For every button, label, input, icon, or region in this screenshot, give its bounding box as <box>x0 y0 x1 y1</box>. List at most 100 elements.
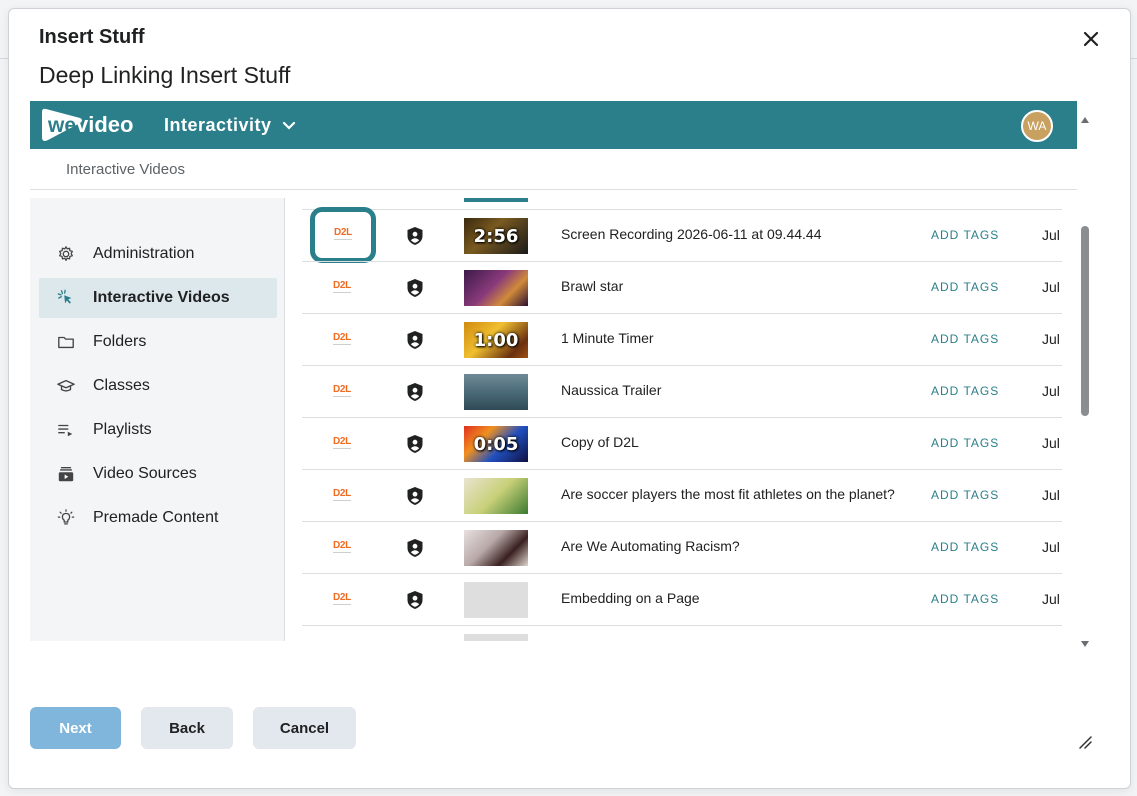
video-date: Jul <box>1042 435 1060 451</box>
add-tags-link[interactable]: ADD TAGS <box>931 592 999 606</box>
video-duration: 1:00 <box>473 329 519 351</box>
add-tags-link[interactable]: ADD TAGS <box>931 384 999 398</box>
add-tags-link[interactable]: ADD TAGS <box>931 488 999 502</box>
privacy-shield-icon <box>407 591 423 609</box>
sidebar-item-interactive-videos[interactable]: Interactive Videos <box>39 278 277 318</box>
video-title[interactable]: 1 Minute Timer <box>561 330 654 346</box>
privacy-shield-icon <box>407 383 423 401</box>
sidebar-item-label: Interactive Videos <box>93 289 230 306</box>
triangle-down-icon <box>1081 641 1089 647</box>
sidebar-item-label: Playlists <box>93 421 152 438</box>
d2l-label: D2L <box>333 332 351 343</box>
resize-handle[interactable] <box>1078 735 1092 749</box>
user-avatar[interactable]: WA <box>1021 110 1053 142</box>
d2l-lti-button[interactable]: D2L <box>316 268 368 308</box>
next-button[interactable]: Next <box>30 707 121 749</box>
d2l-logo-icon: D2L <box>329 327 355 353</box>
d2l-lti-button[interactable]: D2L <box>316 424 368 464</box>
video-title[interactable]: Brawl star <box>561 278 623 294</box>
table-row[interactable]: D2L Embedding on a Page ADD TAGS Jul <box>302 573 1062 625</box>
d2l-lti-button[interactable]: D2L <box>316 528 368 568</box>
d2l-lti-button[interactable]: D2L <box>316 476 368 516</box>
video-thumbnail[interactable]: 0:05 <box>464 426 528 462</box>
sidebar-item-label: Administration <box>93 245 195 262</box>
table-row[interactable]: D2L 0:05 Copy of D2L ADD TAGS Jul <box>302 417 1062 469</box>
sidebar-item-playlists[interactable]: Playlists <box>39 410 277 450</box>
sidebar-item-video-sources[interactable]: Video Sources <box>39 454 277 494</box>
video-thumbnail[interactable]: 1:00 <box>464 322 528 358</box>
lightbulb-icon <box>57 509 75 525</box>
video-title[interactable]: Are We Automating Racism? <box>561 538 740 554</box>
video-thumbnail[interactable] <box>464 530 528 566</box>
scrollbar-thumb[interactable] <box>1081 226 1089 416</box>
close-icon <box>1083 31 1099 47</box>
sidebar-item-label: Classes <box>93 377 150 394</box>
video-title[interactable]: Naussica Trailer <box>561 382 661 398</box>
sidebar-item-classes[interactable]: Classes <box>39 366 277 406</box>
sidebar-item-administration[interactable]: Administration <box>39 234 277 274</box>
video-title[interactable]: Screen Recording 2026-06-11 at 09.44.44 <box>561 226 821 242</box>
video-date: Jul <box>1042 591 1060 607</box>
table-row[interactable]: D2L 1:00 1 Minute Timer ADD TAGS Jul <box>302 313 1062 365</box>
triangle-up-icon <box>1081 117 1089 123</box>
wevideo-logo[interactable]: we video <box>40 108 140 142</box>
video-thumbnail[interactable]: 2:56 <box>464 218 528 254</box>
product-switcher[interactable]: Interactivity <box>164 115 296 136</box>
table-row[interactable]: D2L Naussica Trailer ADD TAGS Jul <box>302 365 1062 417</box>
back-button[interactable]: Back <box>141 707 233 749</box>
table-row[interactable]: D2L Are We Automating Racism? ADD TAGS Jul <box>302 521 1062 573</box>
table-row[interactable] <box>302 625 1062 641</box>
close-button[interactable] <box>1079 27 1103 51</box>
privacy-shield-icon <box>407 487 423 505</box>
video-thumbnail[interactable] <box>464 582 528 618</box>
d2l-logo-icon: D2L <box>329 587 355 613</box>
video-title[interactable]: Are soccer players the most fit athletes… <box>561 486 895 502</box>
video-sources-icon <box>58 467 74 482</box>
add-tags-link[interactable]: ADD TAGS <box>931 228 999 242</box>
add-tags-link[interactable]: ADD TAGS <box>931 280 999 294</box>
add-tags-link[interactable]: ADD TAGS <box>931 540 999 554</box>
folder-icon <box>58 336 74 349</box>
sidebar-item-premade-content[interactable]: Premade Content <box>39 498 277 538</box>
video-date: Jul <box>1042 227 1060 243</box>
chevron-down-icon <box>282 121 295 130</box>
dialog-subtitle: Deep Linking Insert Stuff <box>39 62 291 88</box>
video-date: Jul <box>1042 331 1060 347</box>
cancel-button[interactable]: Cancel <box>253 707 356 749</box>
sidebar-item-folders[interactable]: Folders <box>39 322 277 362</box>
privacy-shield-icon <box>407 539 423 557</box>
add-tags-link[interactable]: ADD TAGS <box>931 436 999 450</box>
pointer-click-icon <box>57 289 72 304</box>
d2l-lti-button[interactable]: D2L <box>316 372 368 412</box>
video-date: Jul <box>1042 539 1060 555</box>
add-tags-link[interactable]: ADD TAGS <box>931 332 999 346</box>
product-name: Interactivity <box>164 115 272 135</box>
gear-icon <box>59 246 73 261</box>
video-title[interactable]: Embedding on a Page <box>561 590 700 606</box>
sidebar: Administration Interactive Videos Folder… <box>30 198 285 641</box>
scroll-down-button[interactable] <box>1080 636 1090 647</box>
d2l-label: D2L <box>333 280 351 291</box>
video-thumbnail[interactable] <box>464 478 528 514</box>
d2l-lti-button[interactable]: D2L <box>310 207 376 263</box>
d2l-lti-button[interactable]: D2L <box>316 580 368 620</box>
d2l-label: D2L <box>334 227 352 238</box>
background-divider <box>0 58 8 59</box>
video-thumbnail[interactable] <box>464 374 528 410</box>
d2l-lti-button[interactable]: D2L <box>316 320 368 360</box>
table-row[interactable]: D2L Are soccer players the most fit athle… <box>302 469 1062 521</box>
table-row[interactable]: D2L 2:56 Screen Recording 2026-06-11 at 09… <box>302 207 1062 263</box>
video-title[interactable]: Copy of D2L <box>561 434 639 450</box>
breadcrumb: Interactive Videos <box>66 161 185 178</box>
d2l-label: D2L <box>333 436 351 447</box>
sidebar-item-label: Premade Content <box>93 509 219 526</box>
video-thumbnail[interactable] <box>464 270 528 306</box>
video-date: Jul <box>1042 279 1060 295</box>
video-thumbnail[interactable] <box>464 634 528 641</box>
d2l-label: D2L <box>333 592 351 603</box>
sidebar-item-label: Video Sources <box>93 465 197 482</box>
background-divider <box>1131 58 1137 59</box>
table-row[interactable]: D2L Brawl star ADD TAGS Jul <box>302 261 1062 313</box>
d2l-label: D2L <box>333 540 351 551</box>
scroll-up-button[interactable] <box>1080 112 1090 123</box>
